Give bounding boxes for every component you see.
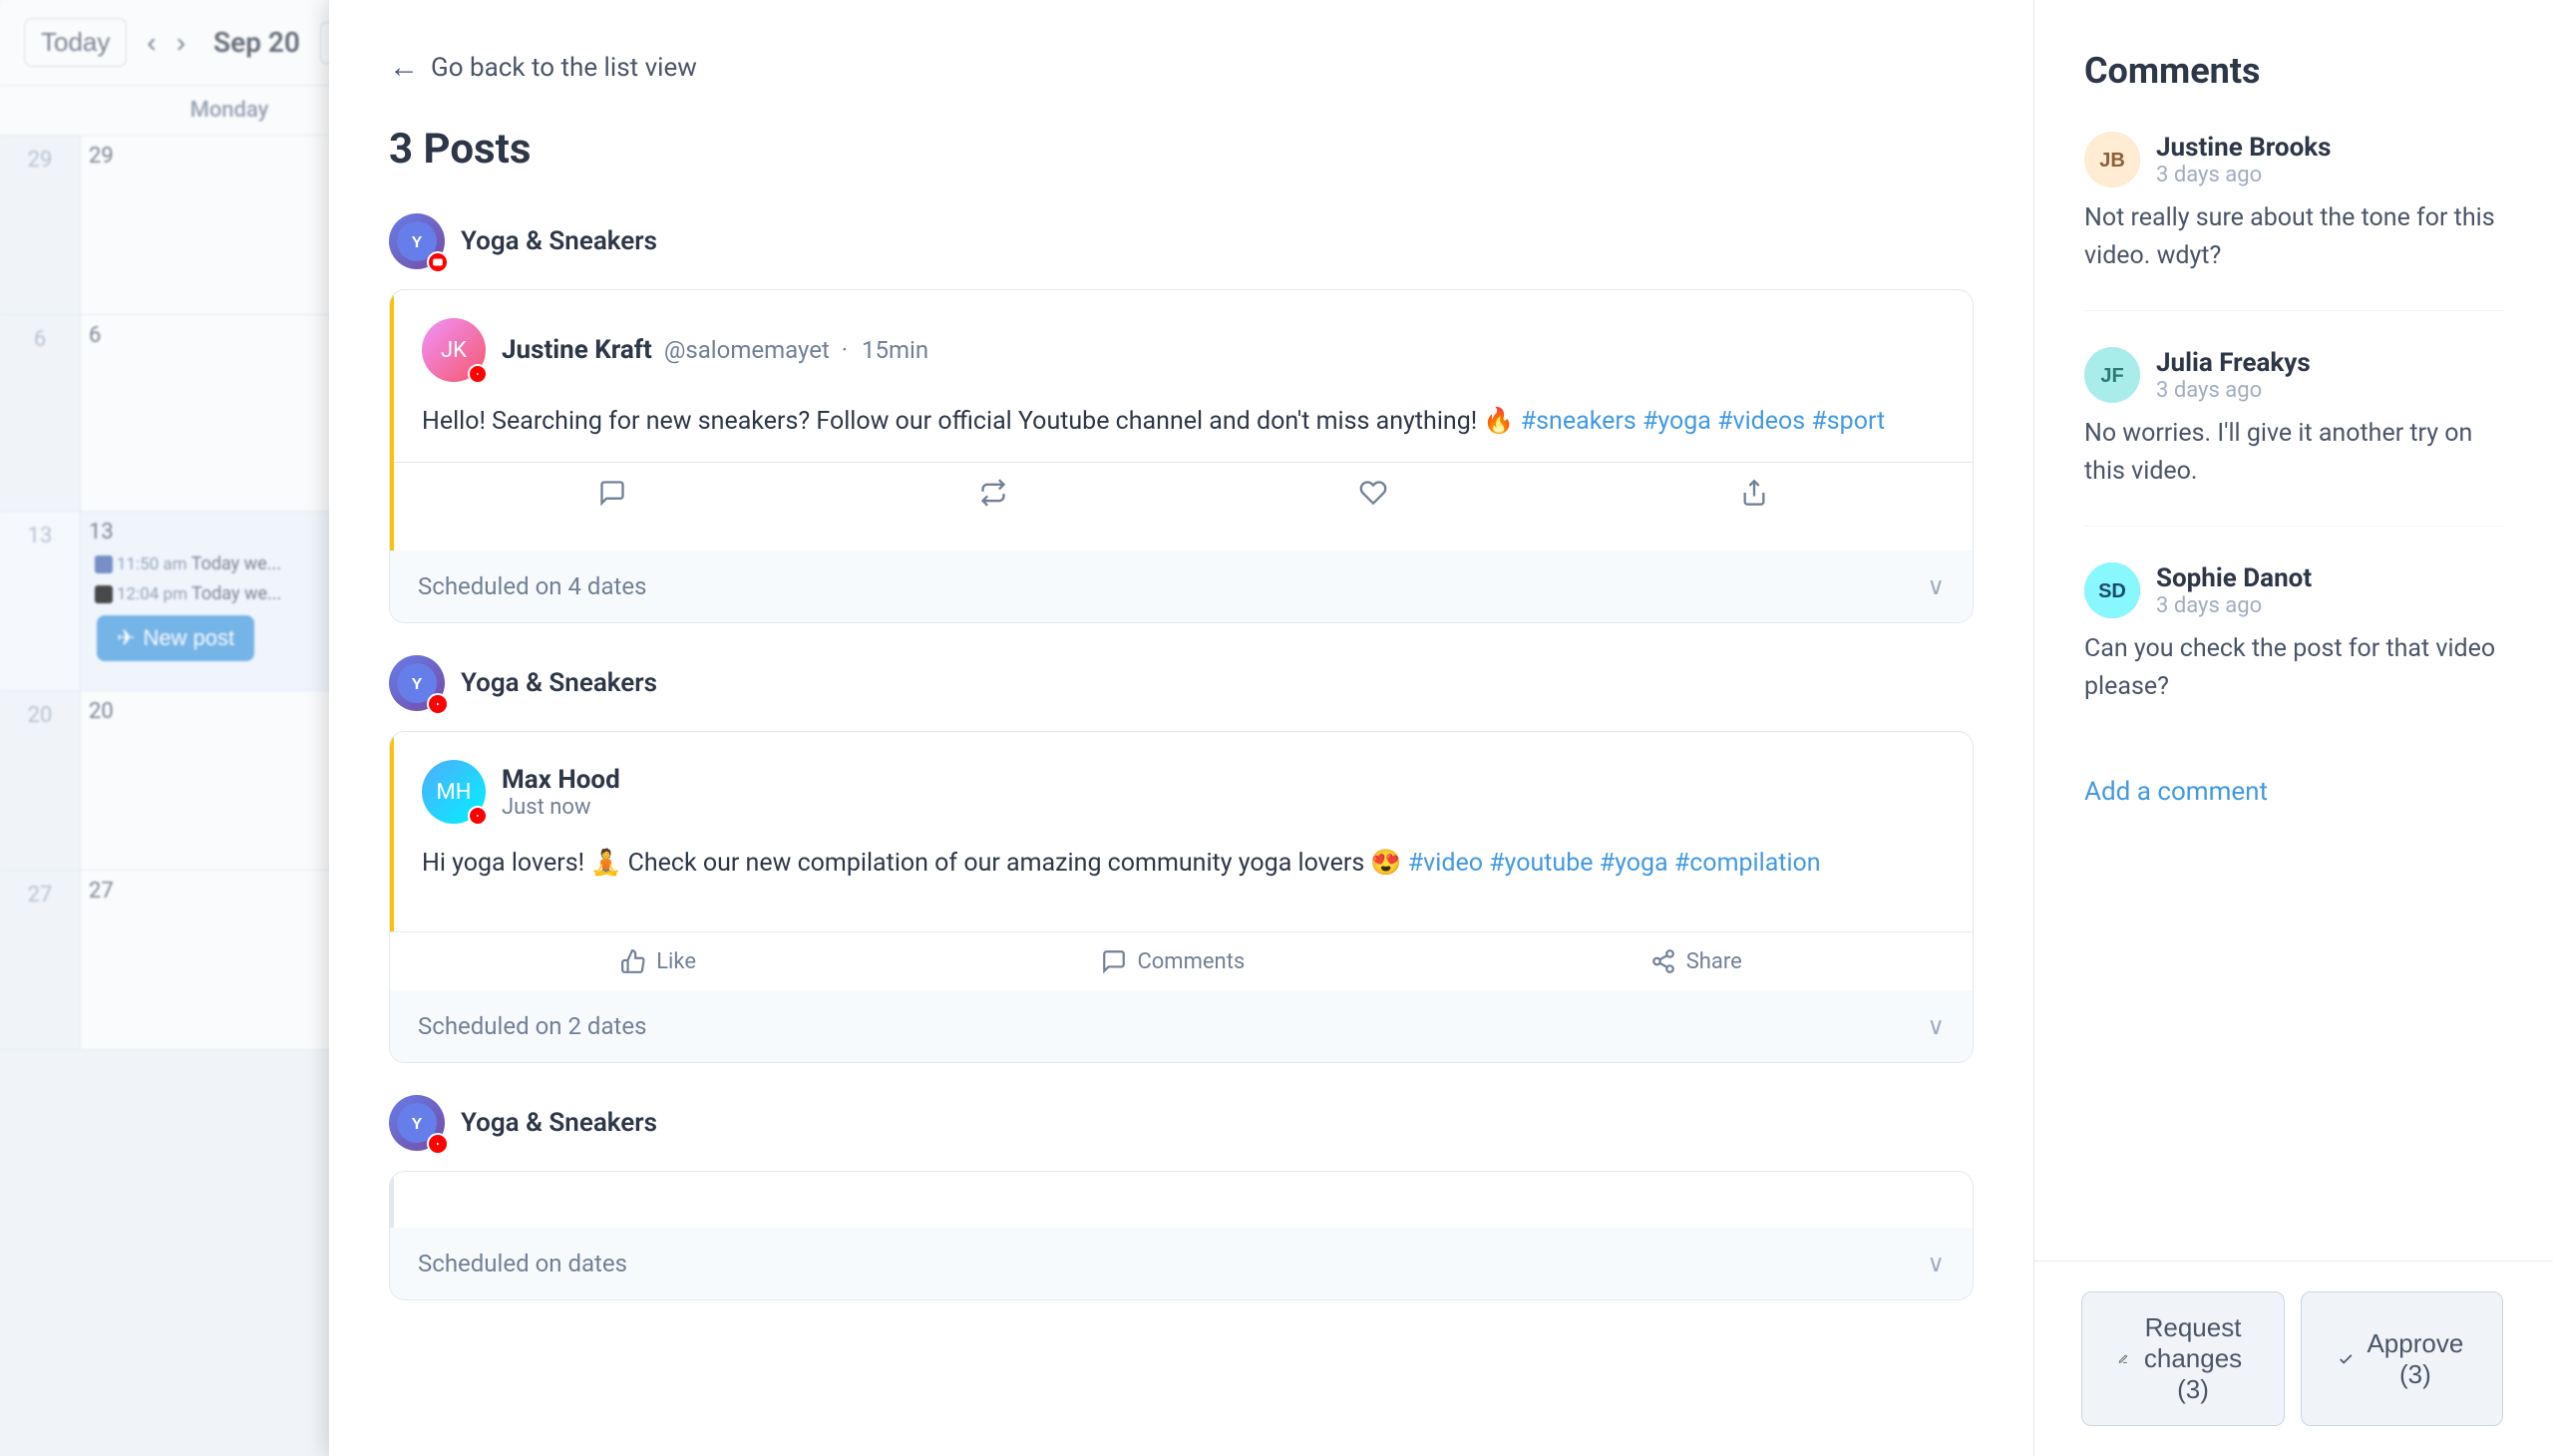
scheduled-bar-3[interactable]: Scheduled on dates ∨ [390, 1228, 1973, 1299]
post-card-inner-3 [390, 1172, 1973, 1228]
share-action-1[interactable] [1740, 479, 1768, 507]
current-date: Sep 20 [213, 26, 300, 59]
svg-text:JB: JB [2099, 150, 2125, 172]
author-separator-1: · [842, 336, 854, 364]
youtube-badge-3 [427, 1133, 449, 1155]
comment-item-1: JB Justine Brooks 3 days ago Not really … [2084, 132, 2503, 311]
svg-text:SD: SD [2098, 580, 2126, 602]
back-arrow-icon: ← [389, 50, 419, 85]
channel-header-3: Y Yoga & Sneakers [389, 1095, 1974, 1151]
chevron-down-icon-3: ∨ [1927, 1250, 1945, 1277]
author-avatar-2: MH [422, 760, 486, 824]
fb-actions-2: Like Comments Share [390, 931, 1973, 990]
comment-item-3: SD Sophie Danot 3 days ago Can you check… [2084, 562, 2503, 741]
approve-button[interactable]: Approve (3) [2301, 1291, 2503, 1426]
comments-panel: Comments JB Justine Brooks 3 days ago No… [2034, 0, 2553, 1456]
posts-panel: ← Go back to the list view 3 Posts Y Yog… [329, 0, 2034, 1456]
main-overlay: ← Go back to the list view 3 Posts Y Yog… [329, 0, 2553, 1456]
post-card-inner-2: MH Max Hood Just now Hi yoga lovers! 🧘 C… [390, 732, 1973, 931]
comment-item-2: JF Julia Freakys 3 days ago No worries. … [2084, 347, 2503, 527]
back-link[interactable]: ← Go back to the list view [389, 50, 1974, 85]
post-author-2: MH Max Hood Just now [422, 760, 1945, 824]
comments-title: Comments [2084, 50, 2503, 92]
calendar-nav: ‹ › [139, 23, 193, 63]
comment-name-3: Sophie Danot [2156, 563, 2312, 593]
comment-time-3: 3 days ago [2156, 593, 2312, 618]
posts-title: 3 Posts [389, 125, 1974, 174]
check-icon [2338, 1348, 2355, 1370]
post-author-1: JK Justine Kraft @salomemayet · 15min [422, 318, 1945, 382]
scheduled-label-1: Scheduled on 4 dates [418, 572, 646, 600]
comment-name-2: Julia Freakys [2156, 348, 2311, 378]
comment-header-3: SD Sophie Danot 3 days ago [2084, 562, 2503, 618]
author-name-1: Justine Kraft [502, 335, 652, 365]
post-actions-1 [394, 462, 1973, 523]
channel-avatar-3: Y [389, 1095, 445, 1151]
add-comment-link[interactable]: Add a comment [2084, 777, 2268, 807]
svg-text:Y: Y [412, 234, 423, 251]
channel-name-2: Yoga & Sneakers [461, 668, 657, 698]
channel-name-3: Yoga & Sneakers [461, 1108, 657, 1138]
like-fb-action[interactable]: Like [620, 948, 696, 974]
post-hashtags-2[interactable]: #video #youtube #yoga #compilation [1408, 849, 1821, 878]
comment-avatar-1: JB [2084, 132, 2140, 187]
scheduled-label-2: Scheduled on 2 dates [418, 1012, 646, 1040]
post-text-2: Hi yoga lovers! 🧘 Check our new compilat… [422, 844, 1945, 884]
comment-avatar-2: JF [2084, 347, 2140, 403]
request-changes-button[interactable]: Request changes (3) [2081, 1291, 2285, 1426]
comment-time-1: 3 days ago [2156, 163, 2332, 187]
svg-text:Y: Y [412, 676, 423, 693]
bottom-action-bar: Request changes (3) Approve (3) [2034, 1261, 2553, 1456]
author-time-1: 15min [862, 336, 928, 364]
author-time-2: Just now [502, 795, 620, 820]
new-post-button[interactable]: ✈ New post [97, 615, 254, 661]
author-info-1: Justine Kraft @salomemayet · 15min [502, 335, 928, 365]
scheduled-bar-1[interactable]: Scheduled on 4 dates ∨ [390, 550, 1973, 622]
comment-text-1: Not really sure about the tone for this … [2084, 199, 2503, 274]
comments-fb-action[interactable]: Comments [1101, 948, 1245, 974]
scheduled-bar-2[interactable]: Scheduled on 2 dates ∨ [390, 990, 1973, 1062]
like-action-1[interactable] [1359, 479, 1387, 507]
edit-icon [2118, 1348, 2128, 1370]
scheduled-label-3: Scheduled on dates [418, 1250, 627, 1277]
today-button[interactable]: Today [24, 18, 127, 67]
channel-name-1: Yoga & Sneakers [461, 226, 657, 256]
youtube-badge-2 [427, 693, 449, 715]
comment-header-1: JB Justine Brooks 3 days ago [2084, 132, 2503, 187]
yt-badge-sm-1 [468, 364, 488, 384]
chevron-down-icon-2: ∨ [1927, 1012, 1945, 1040]
share-fb-action[interactable]: Share [1650, 948, 1742, 974]
author-handle-1: @salomemayet [664, 336, 830, 364]
next-button[interactable]: › [169, 23, 193, 63]
prev-button[interactable]: ‹ [139, 23, 164, 63]
comment-name-1: Justine Brooks [2156, 133, 2332, 163]
yt-badge-sm-2 [468, 806, 488, 826]
author-info-2: Max Hood Just now [502, 765, 620, 820]
svg-text:JF: JF [2100, 365, 2123, 387]
comment-text-3: Can you check the post for that video pl… [2084, 630, 2503, 705]
post-hashtags-1[interactable]: #sneakers #yoga #videos #sport [1521, 407, 1886, 436]
post-card-1: JK Justine Kraft @salomemayet · 15min [389, 289, 1974, 623]
svg-text:Y: Y [412, 1116, 423, 1133]
youtube-badge-1 [427, 251, 449, 273]
chevron-down-icon-1: ∨ [1927, 572, 1945, 600]
channel-header-2: Y Yoga & Sneakers [389, 655, 1974, 711]
channel-header-1: Y Yoga & Sneakers [389, 213, 1974, 269]
comment-header-2: JF Julia Freakys 3 days ago [2084, 347, 2503, 403]
post-card-3: Scheduled on dates ∨ [389, 1171, 1974, 1300]
week-num-1: 29 [0, 136, 80, 314]
back-link-label: Go back to the list view [431, 53, 697, 83]
post-text-1: Hello! Searching for new sneakers? Follo… [422, 402, 1945, 442]
channel-avatar-2: Y [389, 655, 445, 711]
comment-text-2: No worries. I'll give it another try on … [2084, 415, 2503, 490]
channel-avatar-1: Y [389, 213, 445, 269]
author-name-2: Max Hood [502, 765, 620, 795]
post-card-inner-1: JK Justine Kraft @salomemayet · 15min [390, 290, 1973, 550]
comment-action-1[interactable] [598, 479, 626, 507]
author-avatar-1: JK [422, 318, 486, 382]
post-card-2: MH Max Hood Just now Hi yoga lovers! 🧘 C… [389, 731, 1974, 1063]
retweet-action-1[interactable] [979, 479, 1007, 507]
comment-avatar-3: SD [2084, 562, 2140, 618]
comment-time-2: 3 days ago [2156, 378, 2311, 403]
